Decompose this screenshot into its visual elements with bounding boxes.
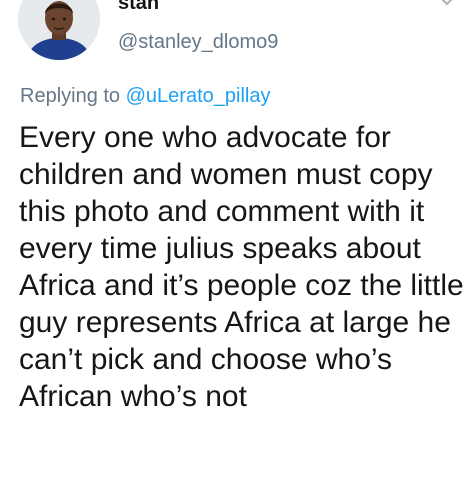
reply-mention-link[interactable]: @uLerato_pillay xyxy=(126,85,271,107)
replying-to-line: Replying to @uLerato_pillay xyxy=(20,84,270,108)
avatar[interactable] xyxy=(18,0,100,60)
profile-photo xyxy=(18,0,100,60)
chevron-down-icon[interactable] xyxy=(437,0,457,10)
tweet-text: Every one who advocate for children and … xyxy=(19,121,464,413)
tweet-card: stan @stanley_dlomo9 Replying to @uLerat… xyxy=(0,0,466,483)
replying-to-label: Replying to xyxy=(20,85,126,107)
display-name[interactable]: stan xyxy=(118,0,159,15)
user-handle[interactable]: @stanley_dlomo9 xyxy=(118,30,278,54)
